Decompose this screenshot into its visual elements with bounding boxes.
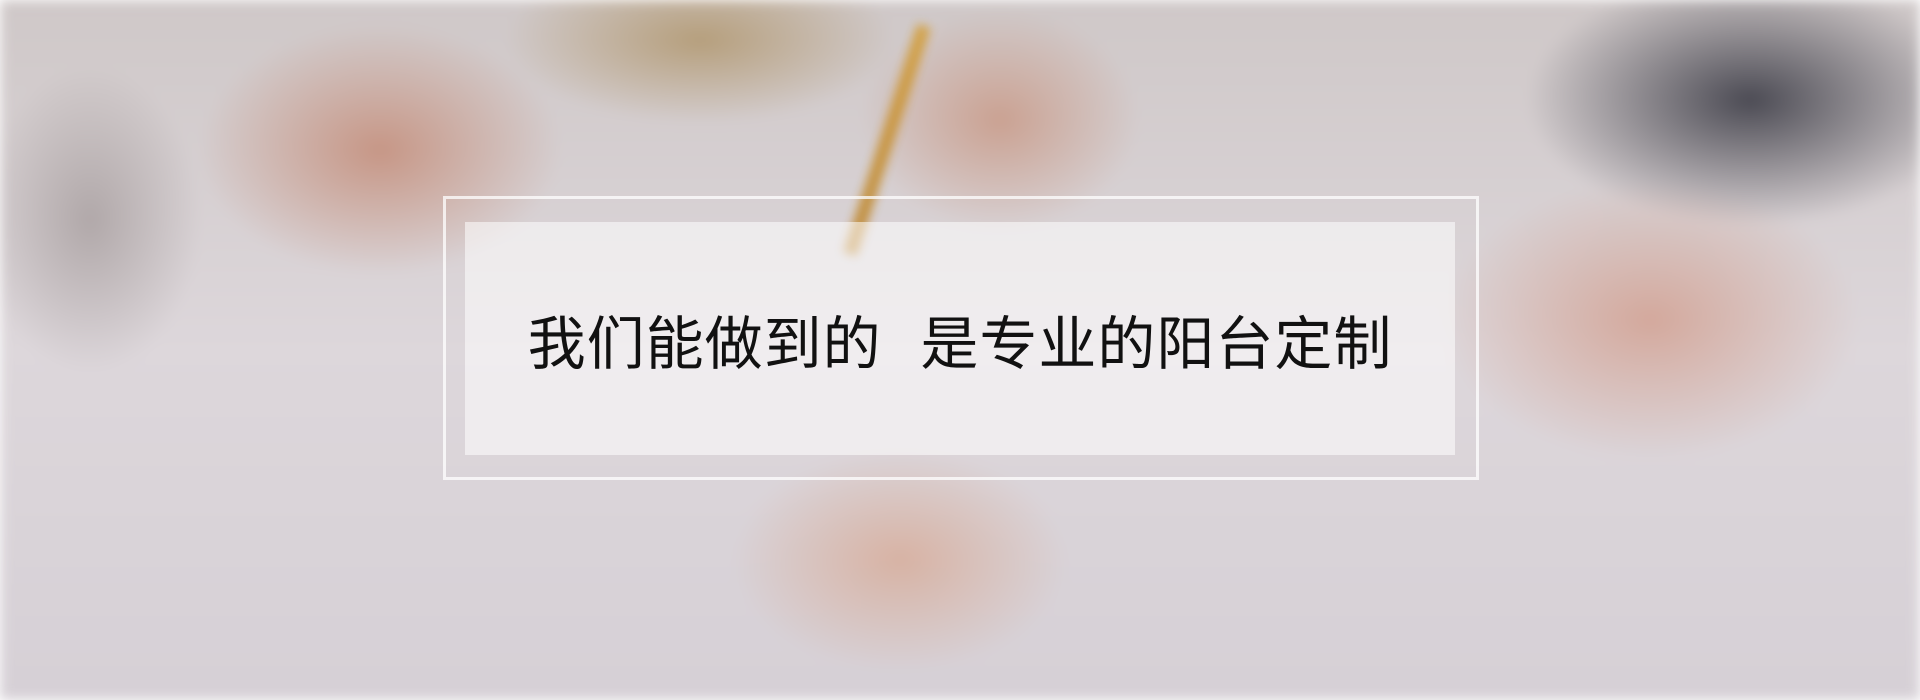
banner-panel: 我们能做到的 是专业的阳台定制 [465, 222, 1455, 455]
banner-slogan: 我们能做到的 是专业的阳台定制 [527, 309, 1393, 378]
